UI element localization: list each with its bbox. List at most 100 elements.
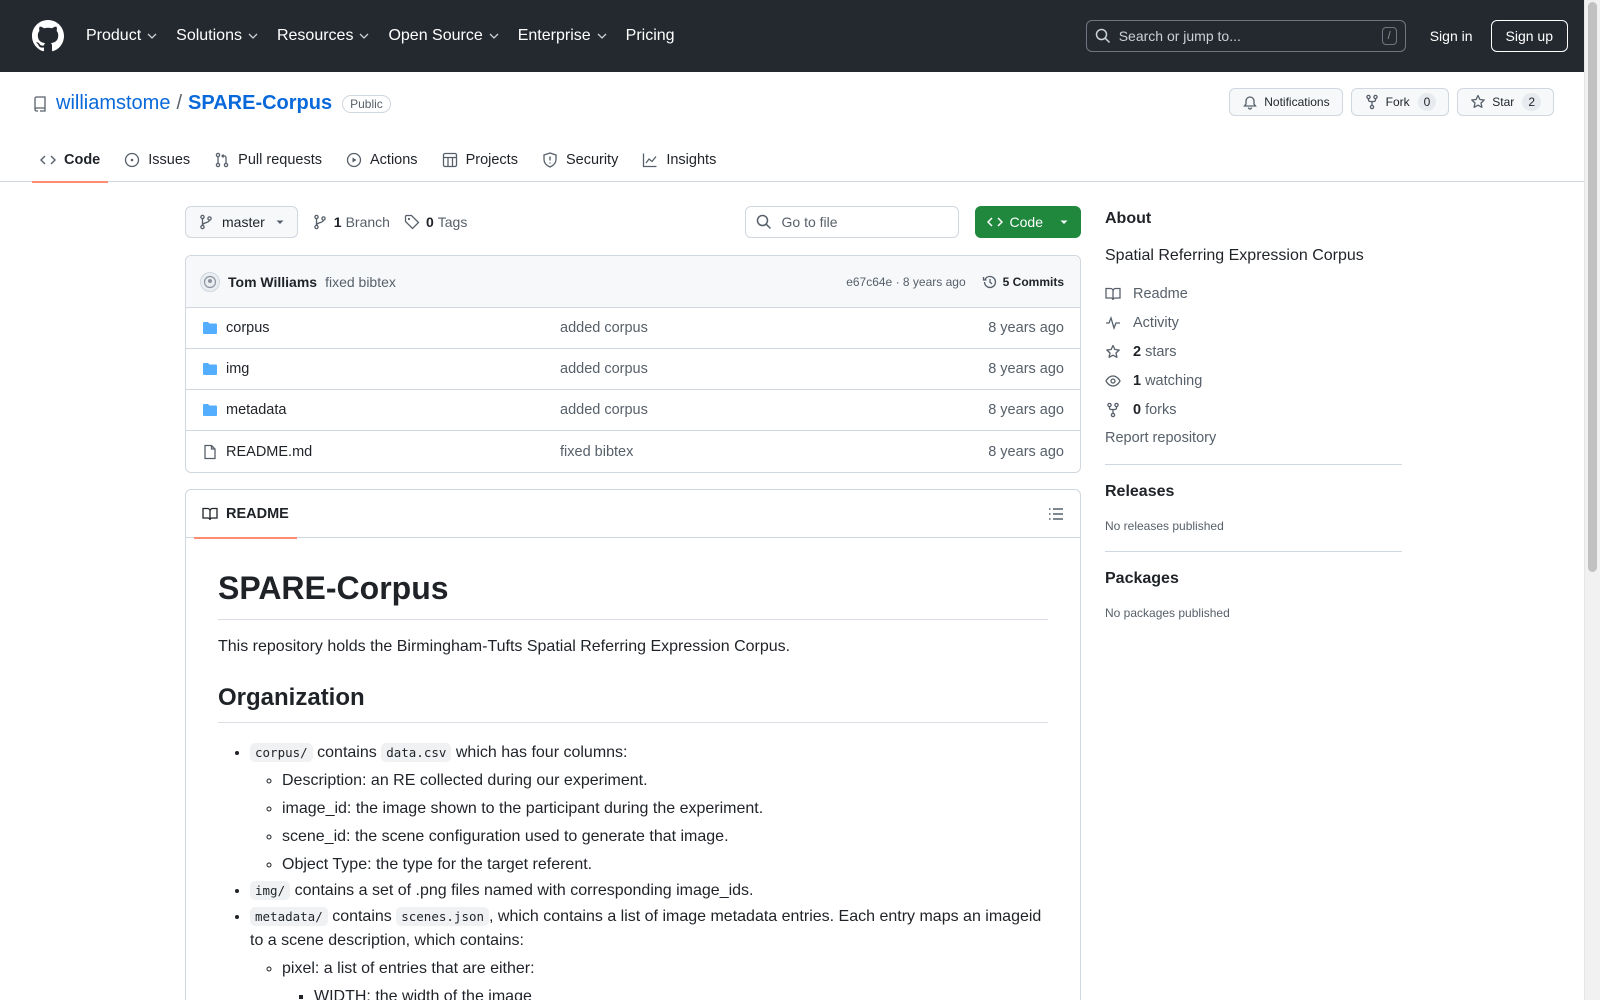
- tab-actions[interactable]: Actions: [338, 138, 426, 182]
- repo-breadcrumb: williamstome / SPARE-Corpus Public: [32, 92, 391, 115]
- file-row[interactable]: corpus added corpus 8 years ago: [186, 308, 1080, 349]
- code-button-label: Code: [1009, 214, 1043, 230]
- list-text: contains: [332, 908, 392, 925]
- repo-actions: Notifications Fork 0 Star 2: [1221, 88, 1554, 116]
- activity-link[interactable]: Activity: [1105, 308, 1402, 337]
- branches-link[interactable]: 1 Branch: [312, 214, 390, 230]
- list-text: which has four columns:: [455, 744, 628, 761]
- nav-solutions[interactable]: Solutions: [176, 27, 259, 45]
- branch-select-button[interactable]: master: [185, 206, 298, 238]
- tab-security[interactable]: Security: [534, 138, 626, 182]
- readme-content: SPARE-Corpus This repository holds the B…: [186, 538, 1080, 1000]
- tab-pull-requests[interactable]: Pull requests: [206, 138, 330, 182]
- nav-enterprise[interactable]: Enterprise: [518, 27, 608, 45]
- sub-list: Description: an RE collected during our …: [250, 769, 1048, 877]
- file-row[interactable]: metadata added corpus 8 years ago: [186, 390, 1080, 431]
- file-row[interactable]: img added corpus 8 years ago: [186, 349, 1080, 390]
- tab-code[interactable]: Code: [32, 138, 109, 183]
- tab-insights[interactable]: Insights: [634, 138, 724, 182]
- search-input[interactable]: Search or jump to... /: [1085, 20, 1406, 52]
- tab-code-label: Code: [64, 152, 101, 168]
- stars-link[interactable]: 2 stars: [1105, 337, 1402, 366]
- page-scrollbar[interactable]: [1584, 0, 1600, 1000]
- scrollbar-thumb[interactable]: [1588, 2, 1597, 572]
- repo-name-link[interactable]: SPARE-Corpus: [188, 92, 332, 115]
- projects-icon: [442, 152, 457, 168]
- pull-request-icon: [215, 152, 229, 168]
- chevron-down-icon: [147, 33, 157, 39]
- tab-actions-label: Actions: [370, 152, 418, 168]
- inline-code: data.csv: [381, 743, 452, 762]
- readme-link[interactable]: Readme: [1105, 279, 1402, 308]
- inline-code: scenes.json: [396, 907, 490, 926]
- folder-icon: [203, 404, 217, 416]
- file-name-link[interactable]: README.md: [226, 444, 560, 460]
- notifications-button[interactable]: Notifications: [1229, 88, 1343, 116]
- commit-age: 8 years ago: [902, 274, 966, 289]
- nav-resources[interactable]: Resources: [277, 27, 370, 45]
- fork-label: Fork: [1385, 95, 1410, 109]
- sign-in-link[interactable]: Sign in: [1430, 28, 1473, 44]
- nav-product[interactable]: Product: [86, 27, 158, 45]
- star-button[interactable]: Star 2: [1457, 88, 1554, 116]
- tab-projects[interactable]: Projects: [434, 138, 526, 182]
- watchers-link[interactable]: 1 watching: [1105, 366, 1402, 395]
- repo-header: williamstome / SPARE-Corpus Public Notif…: [0, 72, 1600, 183]
- star-icon: [1471, 94, 1486, 108]
- stars-label: stars: [1145, 343, 1177, 360]
- sign-up-button[interactable]: Sign up: [1490, 20, 1568, 52]
- shield-icon: [543, 152, 557, 168]
- file-name-link[interactable]: corpus: [226, 320, 560, 336]
- file-commit-message-link[interactable]: added corpus: [560, 361, 988, 377]
- commit-meta-separator: ·: [895, 274, 900, 289]
- visibility-badge: Public: [342, 94, 391, 113]
- branch-label: Branch: [345, 214, 390, 230]
- commits-link[interactable]: 5 Commits: [982, 274, 1064, 290]
- actions-icon: [346, 152, 362, 168]
- list-item: scene_id: the scene configuration used t…: [282, 825, 1048, 849]
- go-to-file-input[interactable]: Go to file: [744, 206, 959, 238]
- file-commit-message-link[interactable]: added corpus: [560, 320, 988, 336]
- releases-heading[interactable]: Releases: [1105, 483, 1402, 501]
- file-commit-message-link[interactable]: added corpus: [560, 402, 988, 418]
- forks-link[interactable]: 0 forks: [1105, 395, 1402, 424]
- report-repository-link[interactable]: Report repository: [1105, 430, 1402, 446]
- commit-message-link[interactable]: fixed bibtex: [325, 274, 396, 290]
- github-logo-icon[interactable]: [32, 20, 64, 52]
- commit-author-link[interactable]: Tom Williams: [228, 274, 317, 290]
- repo-owner-link[interactable]: williamstome: [56, 92, 170, 115]
- fork-counter: 0: [1417, 93, 1437, 111]
- commit-hash-link[interactable]: e67c64e: [846, 275, 892, 289]
- repo-tabs: Code Issues Pull requests Actions Projec…: [32, 138, 732, 183]
- readme-tab[interactable]: README: [194, 490, 297, 539]
- star-icon: [1106, 344, 1120, 358]
- repo-description: Spatial Referring Expression Corpus: [1105, 247, 1364, 264]
- file-commit-message-link[interactable]: fixed bibtex: [560, 444, 988, 460]
- code-icon: [40, 155, 56, 165]
- tab-issues-label: Issues: [148, 152, 191, 168]
- search-placeholder: Search or jump to...: [1118, 28, 1241, 44]
- file-row[interactable]: README.md fixed bibtex 8 years ago: [186, 431, 1080, 472]
- list-item: WIDTH: the width of the image: [314, 985, 1048, 1000]
- fork-icon: [1107, 402, 1119, 417]
- star-label: Star: [1492, 95, 1515, 109]
- chevron-down-icon: [597, 33, 607, 39]
- sub-list: pixel: a list of entries that are either…: [250, 957, 1048, 1000]
- forks-label: forks: [1145, 401, 1177, 418]
- fork-button[interactable]: Fork 0: [1350, 88, 1450, 116]
- packages-heading[interactable]: Packages: [1105, 570, 1402, 588]
- nav-open-source[interactable]: Open Source: [388, 27, 499, 45]
- avatar[interactable]: [200, 271, 220, 292]
- tags-link[interactable]: 0 Tags: [404, 214, 467, 230]
- about-heading: About: [1105, 210, 1152, 227]
- outline-list-icon[interactable]: [1048, 506, 1064, 522]
- breadcrumb-separator: /: [176, 92, 183, 114]
- file-age: 8 years ago: [988, 361, 1064, 377]
- tab-issues[interactable]: Issues: [116, 138, 198, 182]
- readme-list: corpus/ contains data.csv which has four…: [218, 741, 1048, 1000]
- nav-pricing[interactable]: Pricing: [626, 27, 675, 45]
- file-name-link[interactable]: img: [226, 361, 560, 377]
- readme-title: SPARE-Corpus: [218, 570, 1048, 620]
- file-name-link[interactable]: metadata: [226, 402, 560, 418]
- code-dropdown-button[interactable]: Code: [974, 206, 1081, 238]
